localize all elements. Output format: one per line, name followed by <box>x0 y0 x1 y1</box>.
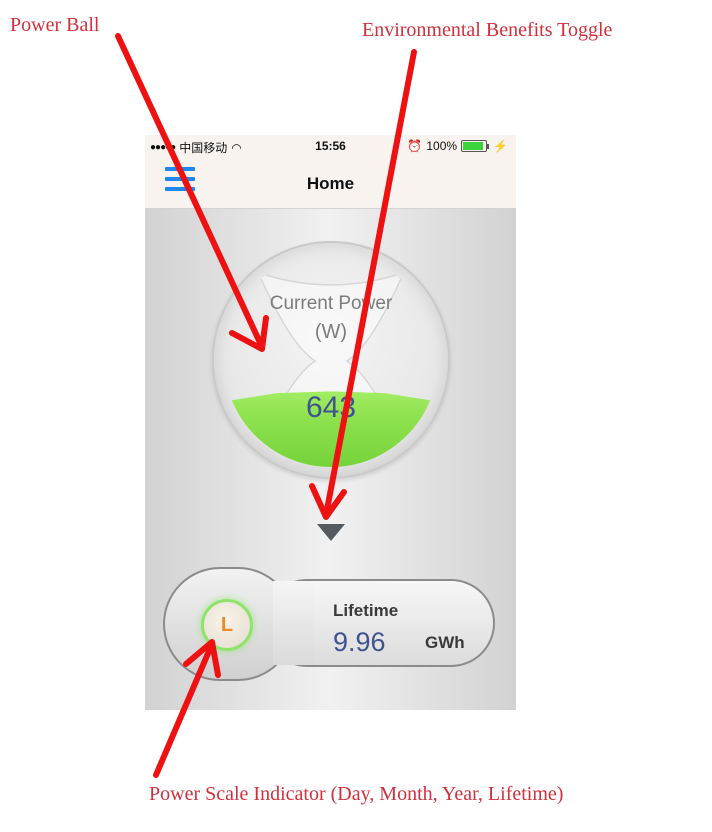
lifetime-value: 9.96 <box>333 627 386 657</box>
status-bar: ●●●●● 中国移动 ◠ 15:56 ⏰ 100% ⚡ <box>145 135 516 157</box>
lifetime-panel: L Lifetime 9.96 GWh <box>163 567 495 681</box>
page-title: Home <box>306 174 355 193</box>
phone-screen: ●●●●● 中国移动 ◠ 15:56 ⏰ 100% ⚡ Home Current… <box>145 135 516 710</box>
annotation-environmental-benefits-toggle: Environmental Benefits Toggle <box>362 19 613 41</box>
lifetime-unit: GWh <box>425 633 465 652</box>
battery-nub <box>487 143 490 149</box>
navigation-bar: Home <box>145 157 516 209</box>
lifetime-label: Lifetime <box>333 601 399 620</box>
current-power-value: 643 <box>305 391 357 424</box>
annotation-power-scale-indicator: Power Scale Indicator (Day, Month, Year,… <box>149 783 564 805</box>
power-ball-outline <box>212 241 450 479</box>
battery-percent: 100% <box>426 139 458 153</box>
power-ball-label: Current Power <box>269 293 393 314</box>
alarm-icon: ⏰ <box>407 139 423 153</box>
pill-junction <box>273 581 313 665</box>
environmental-benefits-toggle[interactable] <box>317 524 345 541</box>
power-scale-letter: L <box>220 614 234 636</box>
power-ball-inner <box>224 253 438 467</box>
annotation-power-ball: Power Ball <box>10 14 100 36</box>
power-scale-indicator[interactable]: L <box>201 599 253 651</box>
battery-icon <box>461 140 488 152</box>
power-ball[interactable]: Current Power (W) 643 <box>212 241 450 479</box>
charging-icon: ⚡ <box>493 139 508 153</box>
power-ball-unit: (W) <box>314 321 348 343</box>
status-right: ⏰ 100% ⚡ <box>407 139 508 153</box>
